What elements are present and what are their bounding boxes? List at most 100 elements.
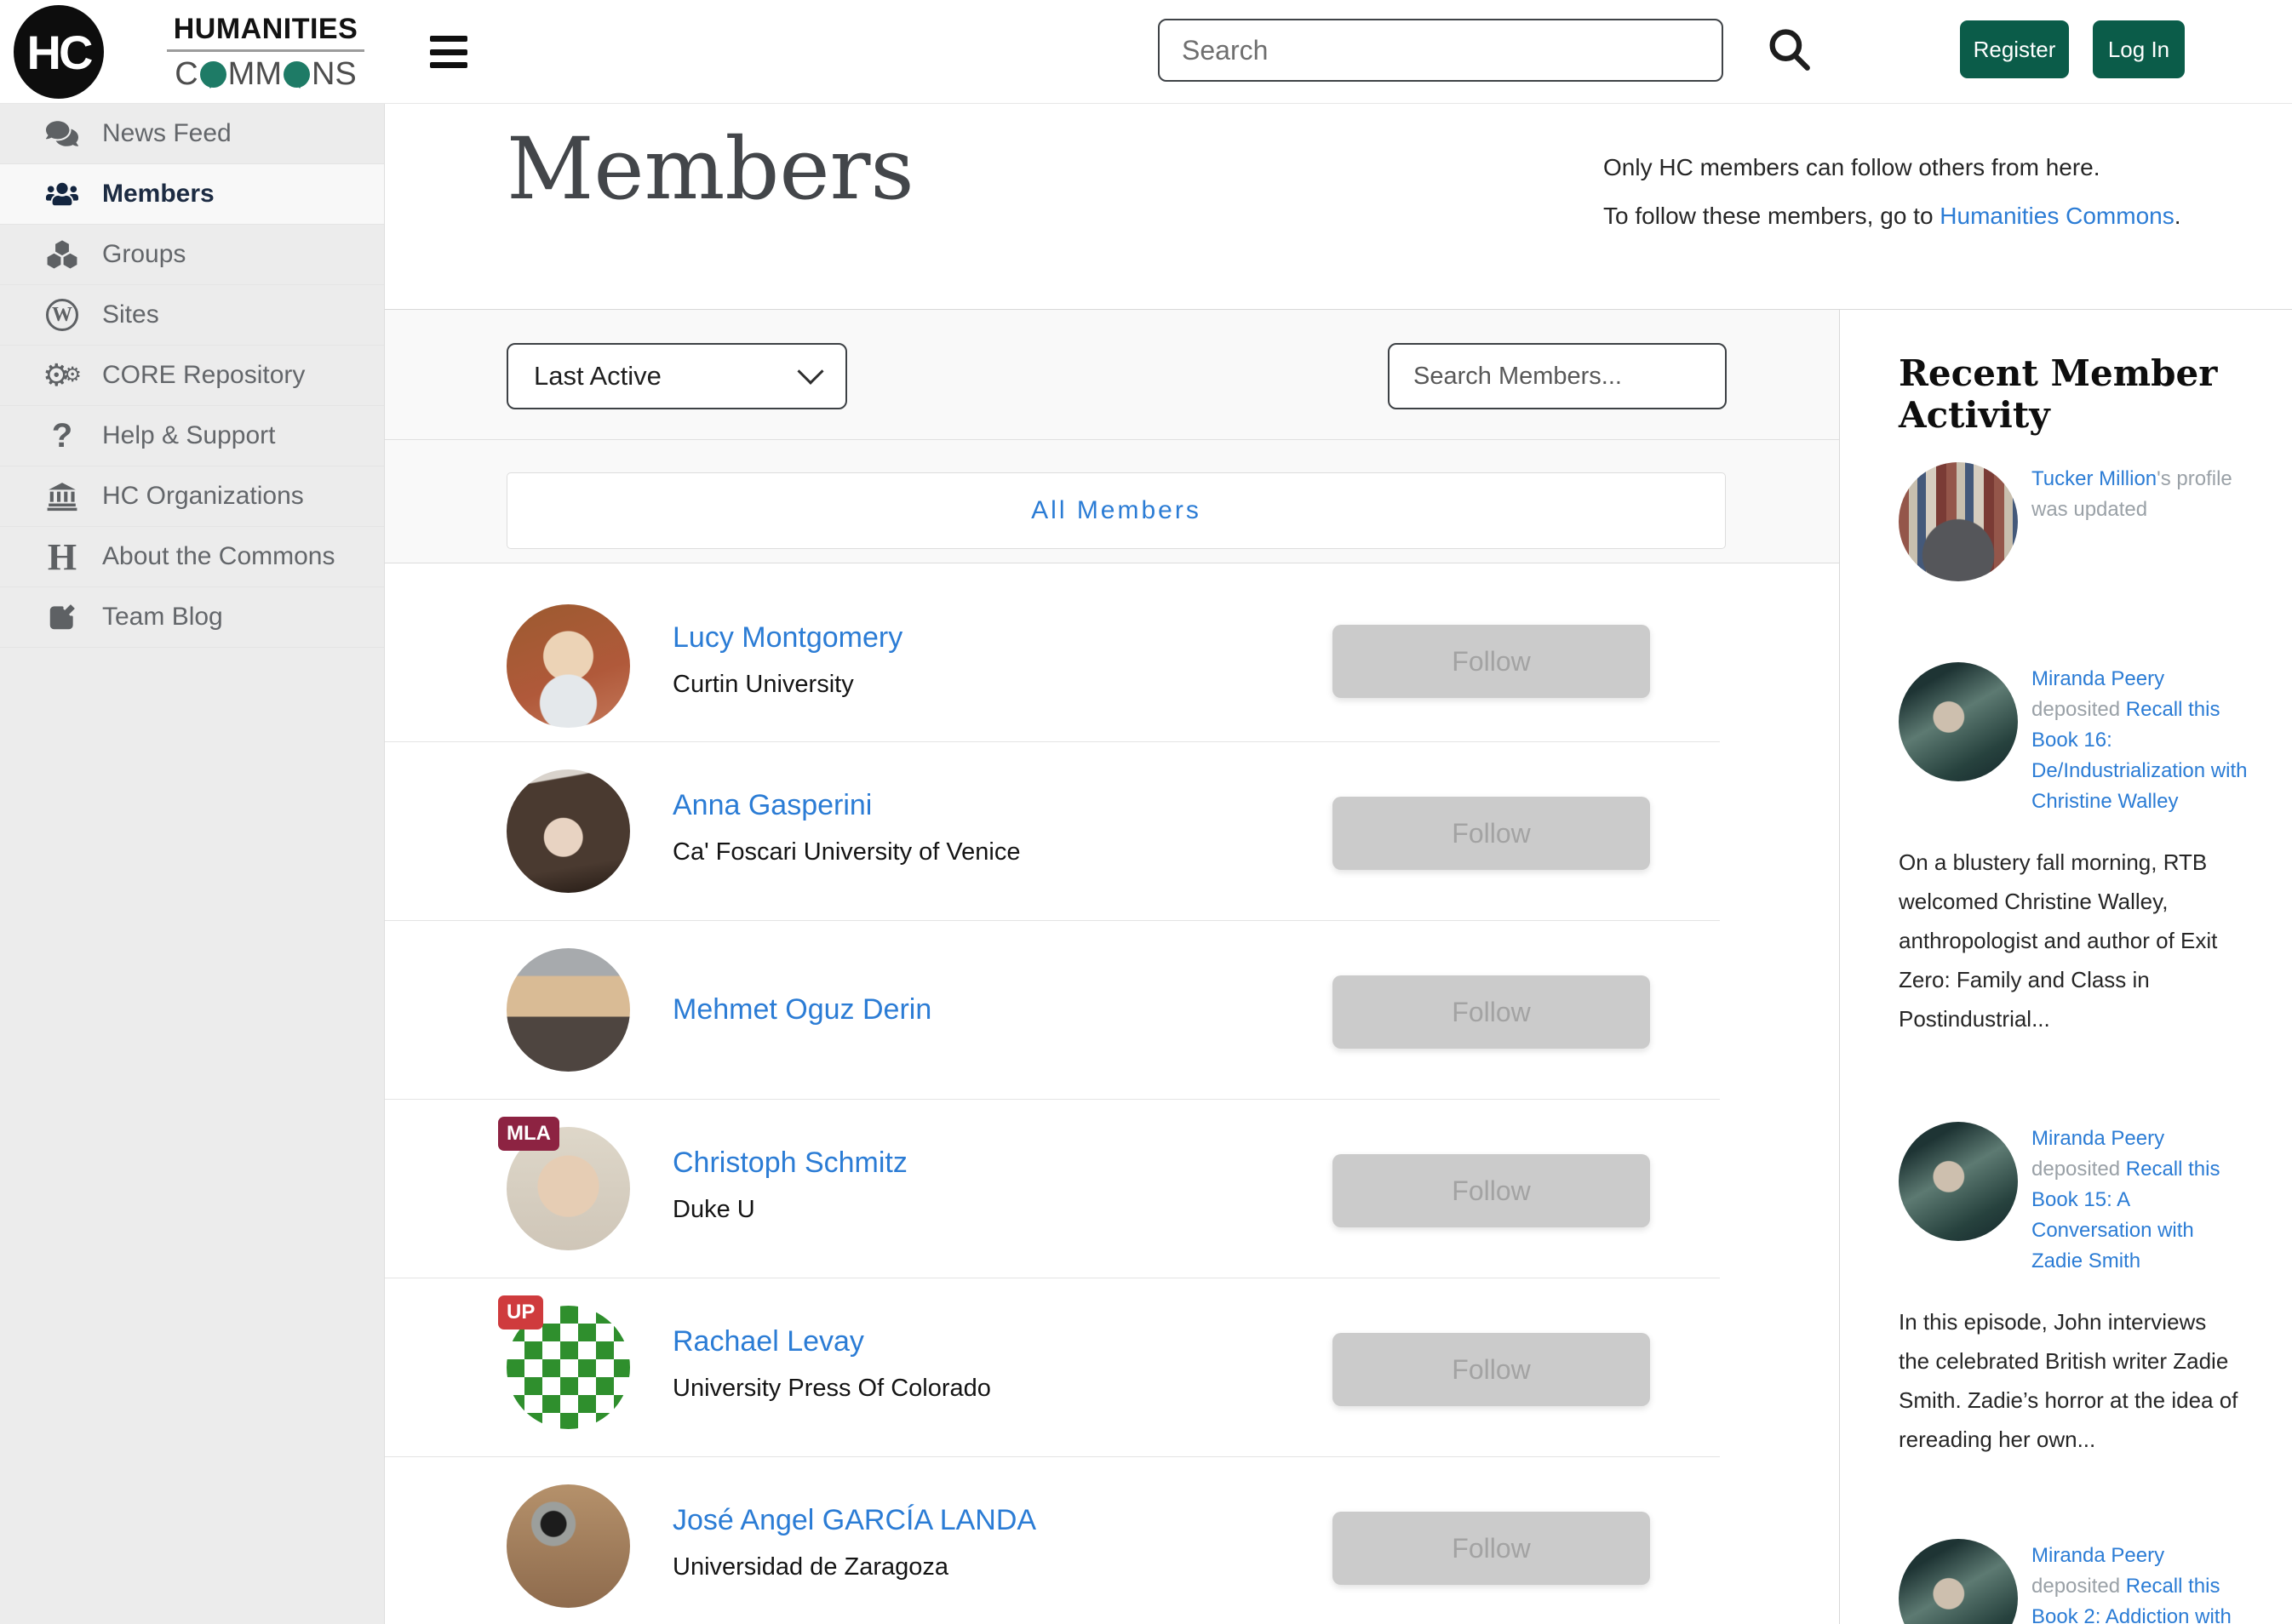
humanities-commons-logo[interactable]: HUMANITIES CMMNS <box>167 13 364 93</box>
member-affiliation: Duke U <box>673 1196 908 1224</box>
member-list: Lucy Montgomery Curtin University Follow… <box>385 563 1839 1624</box>
brand-line2-mm: MM <box>228 56 282 93</box>
member-row: Mehmet Oguz Derin Follow <box>385 921 1839 1100</box>
avatar[interactable] <box>1899 662 2018 781</box>
activity-item: Tucker Million's profile was updated <box>1899 462 2249 586</box>
member-row: José Angel GARCÍA LANDA Universidad de Z… <box>385 1457 1839 1624</box>
activity-excerpt: In this episode, John interviews the cel… <box>1899 1302 2239 1459</box>
follow-button[interactable]: Follow <box>1332 1154 1650 1227</box>
sort-select-value: Last Active <box>534 361 662 392</box>
sidebar-label: Groups <box>102 240 186 269</box>
activity-actor-link[interactable]: Tucker Million <box>2031 467 2157 490</box>
follow-button[interactable]: Follow <box>1332 625 1650 698</box>
follow-note-prefix: To follow these members, go to <box>1603 203 1940 229</box>
institution-icon <box>36 480 89 512</box>
hc-logo[interactable]: HC <box>14 5 104 99</box>
sidebar-nav: News Feed Members Groups W Sites ⚙⚙ CORE… <box>0 104 385 1624</box>
tab-all-members-label: All Members <box>1031 496 1201 525</box>
avatar[interactable] <box>507 769 630 893</box>
sidebar-item-help-support[interactable]: ? Help & Support <box>0 406 384 466</box>
sidebar-item-news-feed[interactable]: News Feed <box>0 104 384 164</box>
h-letter-icon: H <box>36 535 89 579</box>
page-title: Members <box>507 119 914 219</box>
follow-button[interactable]: Follow <box>1332 1333 1650 1406</box>
activity-actor-link[interactable]: Miranda Peery <box>2031 1127 2164 1150</box>
sort-select[interactable]: Last Active <box>507 343 847 409</box>
member-affiliation: Universidad de Zaragoza <box>673 1553 1036 1581</box>
avatar[interactable] <box>1899 462 2018 581</box>
brand-divider <box>167 49 364 52</box>
wordpress-icon: W <box>36 299 89 331</box>
brand-line2-ns: NS <box>312 56 357 93</box>
speech-bubble-icon <box>200 61 226 88</box>
member-name-link[interactable]: Anna Gasperini <box>673 789 1020 822</box>
register-button[interactable]: Register <box>1960 20 2069 78</box>
users-icon <box>36 178 89 210</box>
sidebar-item-core-repository[interactable]: ⚙⚙ CORE Repository <box>0 346 384 406</box>
hc-logo-abbr: HC <box>27 25 91 80</box>
member-search-input[interactable] <box>1413 363 1734 391</box>
login-button[interactable]: Log In <box>2093 20 2185 78</box>
sidebar-item-hc-organizations[interactable]: HC Organizations <box>0 466 384 527</box>
activity-excerpt: On a blustery fall morning, RTB welcomed… <box>1899 843 2239 1038</box>
recent-activity-column: Recent Member Activity Tucker Million's … <box>1840 310 2292 1624</box>
member-name-link[interactable]: José Angel GARCÍA LANDA <box>673 1504 1036 1537</box>
search-icon[interactable] <box>1764 24 1814 75</box>
page: HC HUMANITIES CMMNS Register Log In News… <box>0 0 2292 1624</box>
activity-heading: Recent Member Activity <box>1899 352 2292 436</box>
member-affiliation: University Press Of Colorado <box>673 1375 991 1403</box>
activity-item: Miranda Peery deposited Recall this Book… <box>1899 662 2249 1038</box>
avatar[interactable] <box>507 604 630 728</box>
follow-button[interactable]: Follow <box>1332 975 1650 1049</box>
member-name-link[interactable]: Rachael Levay <box>673 1325 991 1358</box>
member-name-link[interactable]: Lucy Montgomery <box>673 621 902 655</box>
mla-badge: MLA <box>498 1117 559 1151</box>
sidebar-item-groups[interactable]: Groups <box>0 225 384 285</box>
member-row: MLA Christoph Schmitz Duke U Follow <box>385 1100 1839 1278</box>
activity-action-text: deposited <box>2031 698 2120 721</box>
brand-line2-c: C <box>175 56 198 93</box>
gears-icon: ⚙⚙ <box>36 360 89 391</box>
member-affiliation: Ca' Foscari University of Venice <box>673 838 1020 866</box>
follow-note-line2: To follow these members, go to Humanitie… <box>1603 192 2216 240</box>
follow-note: Only HC members can follow others from h… <box>1603 143 2216 240</box>
activity-item: Miranda Peery deposited Recall this Book… <box>1899 1539 2249 1624</box>
members-tab-row: All Members <box>385 440 1839 563</box>
site-search-input[interactable] <box>1158 19 1723 82</box>
sidebar-item-members[interactable]: Members <box>0 164 384 225</box>
filter-bar: Last Active <box>385 310 1839 440</box>
sidebar-label: Help & Support <box>102 421 275 450</box>
follow-button[interactable]: Follow <box>1332 1512 1650 1585</box>
menu-hamburger-icon[interactable] <box>430 36 467 68</box>
sidebar-label: Team Blog <box>102 603 223 632</box>
member-row: UP Rachael Levay University Press Of Col… <box>385 1278 1839 1457</box>
chevron-down-icon <box>797 358 823 385</box>
avatar[interactable] <box>1899 1122 2018 1241</box>
sidebar-item-sites[interactable]: W Sites <box>0 285 384 346</box>
avatar[interactable] <box>1899 1539 2018 1624</box>
sidebar-label: Members <box>102 180 215 209</box>
activity-actor-link[interactable]: Miranda Peery <box>2031 1544 2164 1567</box>
avatar[interactable] <box>507 1484 630 1608</box>
activity-item: Miranda Peery deposited Recall this Book… <box>1899 1122 2249 1459</box>
brand-line2: C MM NS <box>167 56 364 93</box>
question-mark-icon: ? <box>36 417 89 455</box>
sidebar-label: About the Commons <box>102 542 335 571</box>
sidebar-label: News Feed <box>102 119 232 148</box>
edit-pencil-icon <box>36 601 89 633</box>
member-name-link[interactable]: Christoph Schmitz <box>673 1147 908 1180</box>
sidebar-item-team-blog[interactable]: Team Blog <box>0 587 384 648</box>
tab-all-members[interactable]: All Members <box>507 472 1726 549</box>
follow-button[interactable]: Follow <box>1332 797 1650 870</box>
activity-actor-link[interactable]: Miranda Peery <box>2031 667 2164 690</box>
activity-action-text: deposited <box>2031 1158 2120 1181</box>
member-affiliation: Curtin University <box>673 671 902 699</box>
comments-icon <box>36 117 89 150</box>
up-badge: UP <box>498 1295 543 1330</box>
humanities-commons-link[interactable]: Humanities Commons <box>1940 203 2174 229</box>
member-search-box <box>1388 343 1727 409</box>
member-name-link[interactable]: Mehmet Oguz Derin <box>673 993 931 1026</box>
sidebar-item-about-the-commons[interactable]: H About the Commons <box>0 527 384 587</box>
member-row: Anna Gasperini Ca' Foscari University of… <box>385 742 1839 921</box>
avatar[interactable] <box>507 948 630 1072</box>
